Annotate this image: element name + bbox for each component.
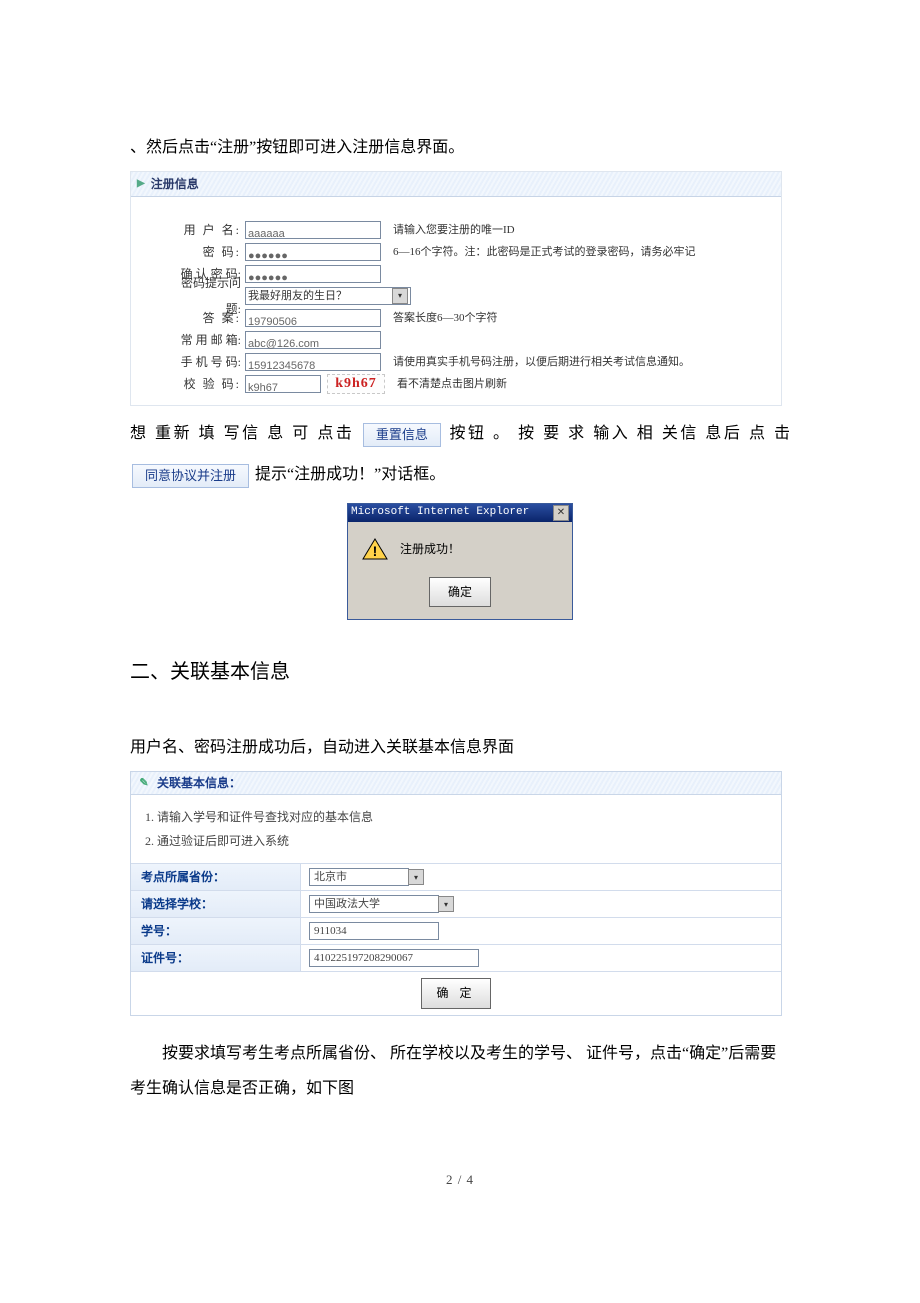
paragraph-reset-line: 想 重新 填 写信 息 可 点击 重置信息 按钮 。 按 要 求 输入 相 关信… [130, 416, 790, 451]
bullet-icon: ▶ [137, 173, 145, 195]
input-captcha[interactable]: k9h67 [245, 375, 321, 393]
edit-icon: ✎ [137, 776, 151, 790]
paragraph-register-entry: 、然后点击“注册”按钮即可进入注册信息界面。 [130, 130, 790, 165]
input-email[interactable]: abc@126.com [245, 331, 381, 349]
agree-register-button[interactable]: 同意协议并注册 [132, 464, 249, 488]
select-school-value: 中国政法大学 [309, 895, 439, 913]
ie-message: 注册成功！ [400, 536, 460, 562]
ie-alert-dialog: Microsoft Internet Explorer ✕ ! 注册成功！ 确定 [347, 503, 573, 621]
label-student-id: 学号： [131, 918, 301, 944]
select-school[interactable]: 中国政法大学 ▾ [309, 895, 454, 913]
label-province: 考点所属省份： [131, 864, 301, 890]
paragraph-agree-line: 同意协议并注册 提示“注册成功！”对话框。 [130, 457, 790, 492]
registration-header-text: 注册信息 [151, 171, 199, 197]
label-id-number: 证件号： [131, 945, 301, 971]
ie-titlebar: Microsoft Internet Explorer ✕ [348, 504, 572, 522]
chevron-down-icon: ▾ [438, 896, 454, 912]
hint-answer: 答案长度6—30个字符 [393, 306, 498, 330]
label-school: 请选择学校： [131, 891, 301, 917]
page-number: 2 / 4 [130, 1166, 790, 1195]
link-note-1: 1. 请输入学号和证件号查找对应的基本信息 [145, 805, 767, 829]
link-header-text: 关联基本信息： [157, 770, 241, 796]
text-before-reset: 想 重新 填 写信 息 可 点击 [130, 425, 354, 442]
select-province[interactable]: 北京市 ▾ [309, 868, 424, 886]
input-student-id[interactable]: 911034 [309, 922, 439, 940]
select-province-value: 北京市 [309, 868, 409, 886]
reset-info-button[interactable]: 重置信息 [363, 423, 441, 447]
hint-password: 6—16个字符。注：此密码是正式考试的登录密码，请务必牢记 [393, 240, 696, 264]
input-password[interactable]: ●●●●●● [245, 243, 381, 261]
hint-captcha: 看不清楚点击图片刷新 [397, 372, 507, 396]
warning-icon: ! [362, 538, 388, 560]
ie-ok-button[interactable]: 确定 [429, 577, 491, 607]
input-id-number[interactable]: 410225197208290067 [309, 949, 479, 967]
input-confirm[interactable]: ●●●●●● [245, 265, 381, 283]
link-notes: 1. 请输入学号和证件号查找对应的基本信息 2. 通过验证后即可进入系统 [131, 795, 781, 864]
svg-text:!: ! [373, 543, 378, 559]
link-confirm-button[interactable]: 确 定 [421, 978, 490, 1008]
ie-title: Microsoft Internet Explorer [351, 500, 529, 524]
select-question[interactable]: 我最好朋友的生日？ ▾ [245, 287, 411, 305]
link-header: ✎ 关联基本信息： [131, 772, 781, 795]
link-note-2: 2. 通过验证后即可进入系统 [145, 829, 767, 853]
paragraph-confirm-instructions: 按要求填写考生考点所属省份、 所在学校以及考生的学号、 证件号，点击“确定”后需… [130, 1036, 790, 1106]
label-captcha: 校 验 码: [171, 371, 245, 397]
hint-phone: 请使用真实手机号码注册，以便后期进行相关考试信息通知。 [393, 350, 690, 374]
select-question-value: 我最好朋友的生日？ [248, 284, 347, 308]
text-after-agree: 提示“注册成功！”对话框。 [255, 466, 445, 483]
hint-username: 请输入您要注册的唯一ID [393, 218, 515, 242]
input-answer[interactable]: 19790506 [245, 309, 381, 327]
text-after-reset: 按钮 。 按 要 求 输入 相 关信 息后 点 击 [449, 425, 790, 442]
section-heading-link: 二、关联基本信息 [130, 650, 790, 694]
registration-form-screenshot: ▶ 注册信息 用 户 名: aaaaaa 请输入您要注册的唯一ID 密 码: ●… [130, 171, 782, 406]
close-icon[interactable]: ✕ [553, 505, 569, 521]
captcha-image[interactable]: k9h67 [327, 374, 385, 394]
input-username[interactable]: aaaaaa [245, 221, 381, 239]
registration-header: ▶ 注册信息 [131, 172, 781, 197]
link-info-screenshot: ✎ 关联基本信息： 1. 请输入学号和证件号查找对应的基本信息 2. 通过验证后… [130, 771, 782, 1015]
chevron-down-icon: ▾ [408, 869, 424, 885]
chevron-down-icon: ▾ [392, 288, 408, 304]
paragraph-link-intro: 用户名、密码注册成功后，自动进入关联基本信息界面 [130, 730, 790, 765]
